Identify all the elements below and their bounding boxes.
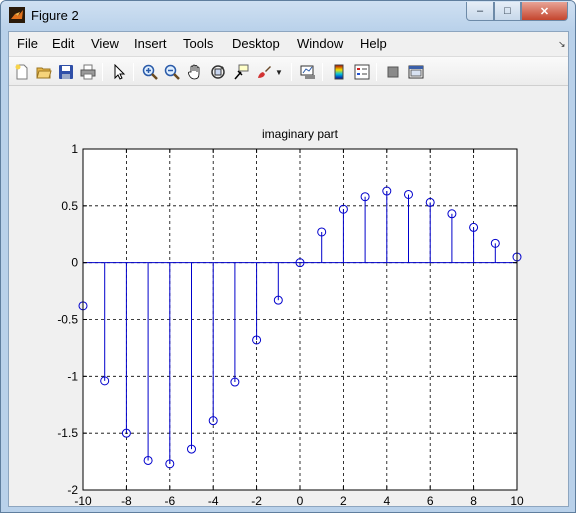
- y-tick-label: -2: [67, 483, 78, 497]
- brush-icon: [258, 66, 271, 78]
- menu-dock-arrow-icon[interactable]: ↘: [558, 39, 566, 50]
- brush-dropdown-icon: ▼: [275, 67, 283, 77]
- legend-icon: [354, 64, 370, 80]
- figure-window: Figure 2 ‒ □ ✕ File Edit View Insert Too…: [0, 0, 576, 513]
- hide-plot-tools-icon: [387, 66, 399, 78]
- colorbar-icon: [334, 64, 344, 80]
- insert-colorbar-button[interactable]: [329, 62, 349, 82]
- open-file-button[interactable]: [34, 62, 54, 82]
- brush-button[interactable]: [254, 62, 274, 82]
- title-bar[interactable]: Figure 2 ‒ □ ✕: [1, 1, 575, 31]
- x-tick-label: 8: [470, 494, 477, 506]
- rotate-3d-button[interactable]: [208, 62, 228, 82]
- y-tick-label: 0: [71, 256, 78, 270]
- x-tick-label: -4: [208, 494, 219, 506]
- zoom-in-button[interactable]: [140, 62, 160, 82]
- print-button[interactable]: [78, 62, 98, 82]
- chart-title: imaginary part: [262, 127, 339, 141]
- menu-edit[interactable]: Edit: [52, 36, 74, 51]
- maximize-button[interactable]: □: [494, 2, 521, 21]
- x-tick-label: -6: [164, 494, 175, 506]
- hide-plot-tools-button[interactable]: [383, 62, 403, 82]
- minimize-button[interactable]: ‒: [466, 2, 494, 21]
- save-button[interactable]: [56, 62, 76, 82]
- x-tick-label: 10: [510, 494, 524, 506]
- link-plot-button[interactable]: [298, 62, 318, 82]
- menu-insert[interactable]: Insert: [134, 36, 167, 51]
- minimize-icon: ‒: [476, 5, 484, 17]
- new-figure-icon: [15, 64, 28, 80]
- zoom-in-icon: [142, 64, 158, 80]
- figure-toolbar: ▼: [9, 56, 568, 86]
- y-tick-label: 1: [71, 142, 78, 156]
- show-plot-tools-button[interactable]: [406, 62, 426, 82]
- menu-view[interactable]: View: [91, 36, 119, 51]
- menu-desktop[interactable]: Desktop: [232, 36, 280, 51]
- edit-plot-arrow-icon: [114, 64, 126, 80]
- x-tick-label: 2: [340, 494, 347, 506]
- menu-bar: File Edit View Insert Tools Desktop Wind…: [9, 32, 568, 56]
- link-plot-icon: [300, 65, 315, 79]
- toolbar-separator: [291, 63, 292, 81]
- toolbar-separator: [376, 63, 377, 81]
- x-tick-label: 6: [427, 494, 434, 506]
- menu-file[interactable]: File: [17, 36, 38, 51]
- x-tick-label: -2: [251, 494, 262, 506]
- save-icon: [59, 65, 73, 79]
- maximize-icon: □: [504, 5, 511, 17]
- y-tick-label: -0.5: [57, 313, 78, 327]
- close-icon: ✕: [539, 5, 550, 18]
- figure-canvas[interactable]: -10 -8 -6 -4 -2 0 2 4 6 8 10-2-1.5-1-0.500.51 imag…: [9, 86, 568, 506]
- toolbar-separator: [322, 63, 323, 81]
- close-button[interactable]: ✕: [521, 2, 568, 21]
- x-tick-label: 0: [297, 494, 304, 506]
- x-tick-label: 4: [383, 494, 390, 506]
- brush-dropdown-button[interactable]: ▼: [274, 62, 284, 82]
- menu-help[interactable]: Help: [360, 36, 387, 51]
- y-tick-label: -1.5: [57, 426, 78, 440]
- insert-legend-button[interactable]: [352, 62, 372, 82]
- y-tick-label: 0.5: [61, 199, 78, 213]
- menu-window[interactable]: Window: [297, 36, 343, 51]
- pan-hand-icon: [188, 64, 200, 80]
- toolbar-separator: [133, 63, 134, 81]
- show-plot-tools-icon: [408, 65, 424, 79]
- open-file-icon: [36, 67, 52, 79]
- data-cursor-button[interactable]: [231, 62, 251, 82]
- zoom-out-button[interactable]: [162, 62, 182, 82]
- menu-tools[interactable]: Tools: [183, 36, 213, 51]
- matlab-logo-icon: [9, 7, 25, 23]
- pan-button[interactable]: [185, 62, 205, 82]
- y-tick-label: -1: [67, 369, 78, 383]
- edit-plot-button[interactable]: [109, 62, 129, 82]
- data-cursor-icon: [234, 64, 249, 80]
- window-title: Figure 2: [31, 8, 79, 23]
- x-tick-label: -8: [121, 494, 132, 506]
- toolbar-separator: [102, 63, 103, 81]
- rotate-3d-icon: [211, 65, 225, 79]
- figure-client-area: File Edit View Insert Tools Desktop Wind…: [8, 31, 569, 507]
- new-figure-button[interactable]: [12, 62, 32, 82]
- print-icon: [80, 64, 96, 80]
- zoom-out-icon: [164, 64, 180, 80]
